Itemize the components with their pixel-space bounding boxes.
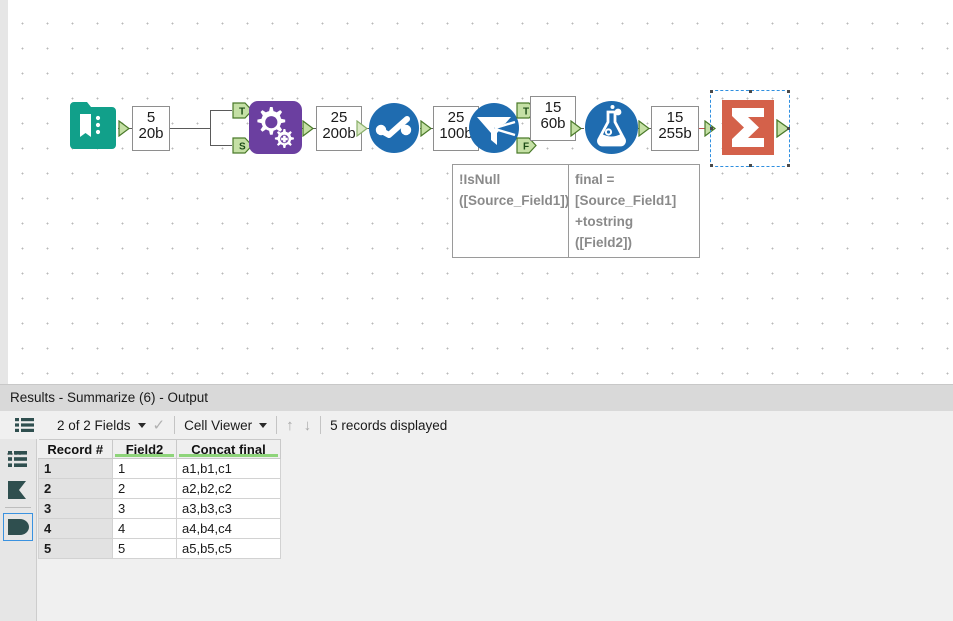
toolbar-separator	[320, 416, 322, 434]
resize-handle-n[interactable]	[749, 90, 752, 93]
fields-selector[interactable]: 2 of 2 Fields ✓	[50, 411, 172, 439]
sort-up-button[interactable]: ↑	[281, 418, 299, 433]
tool-filter[interactable]	[468, 102, 520, 154]
view-mode-label: Cell Viewer	[184, 417, 253, 433]
data-size: 255b	[658, 125, 692, 143]
data-size: 60b	[540, 115, 566, 133]
cell-concat-final: a5,b5,c5	[176, 538, 281, 559]
data-box-formula: 15 255b	[651, 106, 699, 151]
check-icon: ✓	[152, 416, 166, 434]
cell-concat-final: a3,b3,c3	[176, 498, 281, 519]
wire-split-to-source	[210, 145, 232, 146]
cell-record: 1	[38, 458, 113, 479]
table-row[interactable]: 1 1 a1,b1,c1	[38, 458, 281, 479]
rail-divider	[5, 507, 31, 508]
results-side-rail	[0, 439, 37, 621]
wire-split-to-target	[210, 110, 232, 111]
rail-drag-handle[interactable]	[7, 444, 27, 455]
column-header-field2[interactable]: Field2	[112, 439, 177, 459]
cell-concat-final: a1,b1,c1	[176, 458, 281, 479]
input-data-output-anchor[interactable]	[118, 120, 131, 137]
table-row[interactable]: 2 2 a2,b2,c2	[38, 478, 281, 499]
resize-handle-s[interactable]	[749, 164, 752, 167]
table-row[interactable]: 4 4 a4,b4,c4	[38, 518, 281, 539]
find-replace-output-anchor[interactable]	[302, 120, 315, 137]
formula-output-anchor[interactable]	[638, 120, 651, 137]
toolbar-separator	[276, 416, 278, 434]
workflow-canvas[interactable]: 5 20b T S 25 200b 25 100b T F 15 60b 15 …	[0, 0, 953, 384]
cell-record: 2	[38, 478, 113, 499]
data-size: 20b	[138, 125, 164, 143]
cell-field2: 4	[112, 518, 177, 539]
alteryx-designer-window: 5 20b T S 25 200b 25 100b T F 15 60b 15 …	[0, 0, 953, 621]
record-count: 5	[146, 109, 156, 126]
results-title: Results - Summarize (6) - Output	[0, 385, 953, 411]
cell-record: 4	[38, 518, 113, 539]
cell-record: 3	[38, 498, 113, 519]
record-count: 15	[666, 109, 684, 126]
resize-handle-ne[interactable]	[787, 90, 790, 93]
table-row[interactable]: 5 5 a5,b5,c5	[38, 538, 281, 559]
table-row[interactable]: 3 3 a3,b3,c3	[38, 498, 281, 519]
cell-field2: 1	[112, 458, 177, 479]
data-box-input: 5 20b	[132, 106, 170, 151]
results-data-grid[interactable]: Record # Field2 Concat final 1 1 a1,b1,c…	[38, 439, 953, 621]
resize-handle-se[interactable]	[787, 164, 790, 167]
cell-field2: 5	[112, 538, 177, 559]
svg-text:T: T	[523, 107, 529, 118]
summarize-selection-box[interactable]	[710, 90, 790, 167]
svg-text:T: T	[239, 107, 245, 118]
chevron-down-icon	[137, 422, 146, 428]
column-header-record[interactable]: Record #	[38, 439, 113, 459]
view-mode-selector[interactable]: Cell Viewer	[177, 411, 274, 439]
results-table: Record # Field2 Concat final 1 1 a1,b1,c…	[38, 439, 281, 559]
resize-handle-e[interactable]	[787, 127, 790, 130]
filter-annotation[interactable]: !IsNull ([Source_Field1])	[452, 164, 572, 258]
tool-formula[interactable]	[584, 100, 639, 155]
cell-concat-final: a2,b2,c2	[176, 478, 281, 499]
results-toolbar: 2 of 2 Fields ✓ Cell Viewer ↑ ↓ 5 record…	[0, 411, 953, 439]
chevron-down-icon	[259, 422, 268, 428]
rail-tag-icon[interactable]	[6, 517, 30, 539]
tool-select[interactable]	[368, 102, 420, 154]
sort-down-button[interactable]: ↓	[299, 418, 317, 433]
svg-text:S: S	[239, 142, 246, 153]
results-panel: Results - Summarize (6) - Output 2 of 2 …	[0, 384, 953, 621]
tool-input-data[interactable]	[68, 100, 116, 155]
table-body: 1 1 a1,b1,c1 2 2 a2,b2,c2 3 3 a3,b3,c3 4…	[38, 458, 281, 559]
resize-handle-nw[interactable]	[710, 90, 713, 93]
data-box-filter-out-anchor[interactable]	[570, 120, 583, 137]
table-header-row: Record # Field2 Concat final	[38, 439, 281, 459]
rail-flag-icon[interactable]	[6, 479, 30, 501]
canvas-left-gutter	[0, 0, 8, 384]
column-header-concat-final[interactable]: Concat final	[176, 439, 281, 459]
wire-box-to-split	[170, 128, 210, 129]
field-type-indicator	[179, 454, 278, 457]
cell-record: 5	[38, 538, 113, 559]
results-view-list-icon[interactable]	[0, 411, 50, 439]
resize-handle-w[interactable]	[710, 127, 713, 130]
wire-split-vertical	[210, 110, 211, 146]
field-type-indicator	[115, 454, 174, 457]
svg-text:F: F	[523, 142, 529, 153]
toolbar-separator	[174, 416, 176, 434]
resize-handle-sw[interactable]	[710, 164, 713, 167]
tool-find-replace[interactable]	[249, 101, 302, 154]
data-size: 200b	[322, 125, 356, 143]
select-output-anchor[interactable]	[420, 120, 433, 137]
record-count: 15	[544, 99, 562, 116]
fields-selector-label: 2 of 2 Fields	[57, 417, 131, 433]
cell-field2: 3	[112, 498, 177, 519]
rail-messages-icon[interactable]	[6, 449, 30, 471]
cell-field2: 2	[112, 478, 177, 499]
cell-concat-final: a4,b4,c4	[176, 518, 281, 539]
formula-annotation[interactable]: final = [Source_Field1] +tostring ([Fiel…	[568, 164, 700, 258]
record-status: 5 records displayed	[330, 417, 448, 433]
record-count: 25	[330, 109, 348, 126]
